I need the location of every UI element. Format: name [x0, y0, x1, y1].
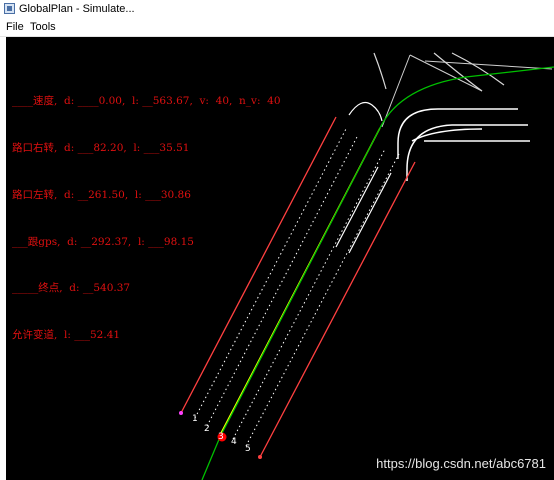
lane-label-1: 1: [192, 414, 198, 424]
turn-lane-marking: [406, 124, 528, 181]
start-point: [179, 411, 183, 415]
menu-file[interactable]: File: [6, 21, 24, 33]
hud-line: ___跟gps, d: __292.37, l: ___98.15: [12, 235, 194, 248]
lane-marking-solid: [348, 172, 392, 254]
title-bar: GlobalPlan - Simulate...: [0, 0, 554, 20]
lane-label-2: 2: [204, 424, 210, 434]
hud-line: ____速度, d: ____0.00, l: __563.67, v: 40,…: [12, 95, 281, 108]
lane-label-4: 4: [231, 437, 237, 447]
hud-line: 路口左转, d: __261.50, l: ___30.86: [12, 188, 191, 201]
menu-bar: File Tools: [0, 20, 554, 37]
hud-line: 允许变道, l: ___52.41: [12, 329, 121, 342]
turn-marking: [348, 102, 383, 122]
lane-label-5: 5: [245, 444, 251, 454]
hud-line: _____终点, d: __540.37: [12, 282, 131, 295]
intersection-curve: [433, 52, 483, 92]
turn-lane-marking: [411, 128, 483, 142]
intersection-line: [409, 54, 483, 92]
goal-point: [258, 455, 262, 459]
lane-label-3: 3: [218, 432, 224, 442]
simulation-canvas[interactable]: 1 2 3 4 5 ____速度, d: ____0.00, l: __563.…: [6, 37, 554, 480]
window-title: GlobalPlan - Simulate...: [19, 3, 135, 15]
app-icon: [4, 3, 15, 14]
intersection-line: [424, 60, 553, 70]
road-boundary-right: [259, 161, 416, 458]
hud-line: 路口右转, d: ___82.20, l: ___35.51: [12, 141, 190, 154]
menu-tools[interactable]: Tools: [30, 21, 56, 33]
watermark: https://blog.csdn.net/abc6781: [376, 456, 546, 471]
status-overlay: ____速度, d: ____0.00, l: __563.67, v: 40,…: [12, 63, 281, 375]
turn-lane-marking: [397, 108, 518, 159]
intersection-line: [381, 54, 411, 128]
intersection-curve: [373, 52, 387, 90]
